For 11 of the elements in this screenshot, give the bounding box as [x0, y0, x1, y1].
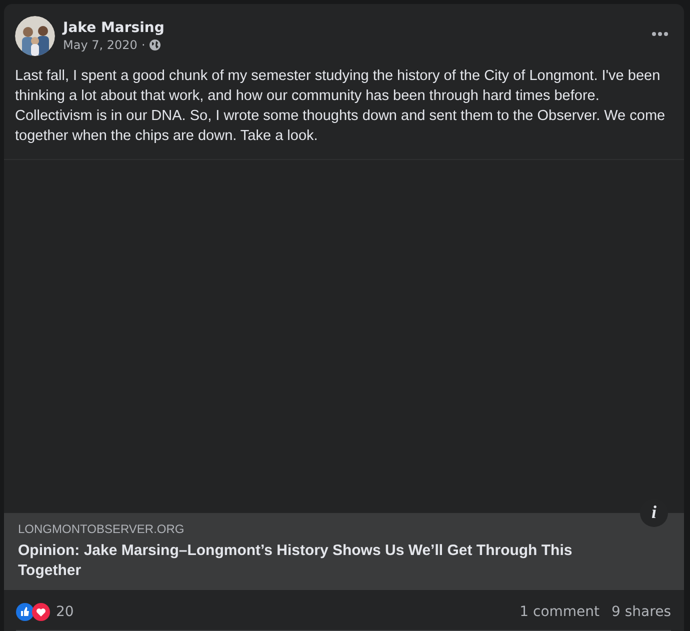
post-date[interactable]: May 7, 2020 — [63, 38, 138, 52]
share-count[interactable]: 9 shares — [612, 604, 671, 620]
link-domain: LONGMONTOBSERVER.ORG — [18, 522, 186, 536]
like-icon — [16, 602, 34, 621]
reaction-count[interactable]: 20 — [56, 604, 74, 620]
avatar[interactable] — [15, 16, 55, 56]
more-options-icon[interactable] — [652, 32, 668, 36]
comment-count[interactable]: 1 comment — [520, 604, 600, 620]
link-title: Opinion: Jake Marsing–Longmont’s History Shows Us We’ll Get Through This Together — [18, 540, 574, 581]
separator: · — [141, 38, 146, 52]
author-name[interactable]: Jake Marsing — [63, 20, 644, 36]
